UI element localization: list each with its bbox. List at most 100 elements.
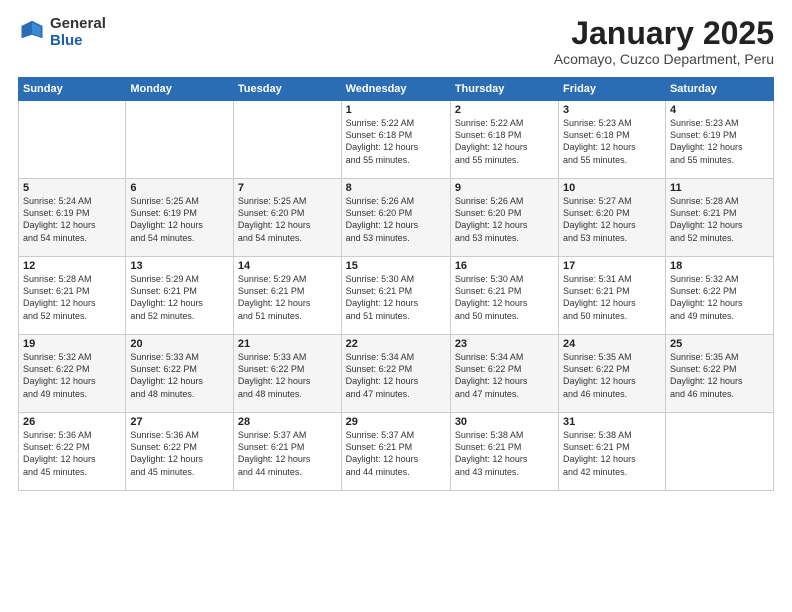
header-saturday: Saturday [665,78,773,101]
table-row: 20Sunrise: 5:33 AM Sunset: 6:22 PM Dayli… [126,335,234,413]
day-info: Sunrise: 5:33 AM Sunset: 6:22 PM Dayligh… [238,351,337,400]
table-row: 25Sunrise: 5:35 AM Sunset: 6:22 PM Dayli… [665,335,773,413]
day-number: 11 [670,182,769,194]
table-row: 18Sunrise: 5:32 AM Sunset: 6:22 PM Dayli… [665,257,773,335]
day-info: Sunrise: 5:35 AM Sunset: 6:22 PM Dayligh… [670,351,769,400]
header-monday: Monday [126,78,234,101]
table-row: 15Sunrise: 5:30 AM Sunset: 6:21 PM Dayli… [341,257,450,335]
calendar-week-row: 5Sunrise: 5:24 AM Sunset: 6:19 PM Daylig… [19,179,774,257]
day-info: Sunrise: 5:34 AM Sunset: 6:22 PM Dayligh… [455,351,554,400]
header-friday: Friday [559,78,666,101]
calendar-week-row: 1Sunrise: 5:22 AM Sunset: 6:18 PM Daylig… [19,101,774,179]
table-row: 22Sunrise: 5:34 AM Sunset: 6:22 PM Dayli… [341,335,450,413]
calendar-week-row: 26Sunrise: 5:36 AM Sunset: 6:22 PM Dayli… [19,413,774,491]
table-row: 2Sunrise: 5:22 AM Sunset: 6:18 PM Daylig… [450,101,558,179]
calendar-week-row: 19Sunrise: 5:32 AM Sunset: 6:22 PM Dayli… [19,335,774,413]
logo: General Blue [18,16,106,49]
table-row: 7Sunrise: 5:25 AM Sunset: 6:20 PM Daylig… [233,179,341,257]
table-row: 14Sunrise: 5:29 AM Sunset: 6:21 PM Dayli… [233,257,341,335]
header-thursday: Thursday [450,78,558,101]
logo-icon [18,19,46,47]
day-number: 2 [455,104,554,116]
day-info: Sunrise: 5:22 AM Sunset: 6:18 PM Dayligh… [455,117,554,166]
day-number: 12 [23,260,121,272]
day-number: 21 [238,338,337,350]
logo-text: General Blue [50,16,106,49]
day-info: Sunrise: 5:38 AM Sunset: 6:21 PM Dayligh… [563,429,661,478]
day-info: Sunrise: 5:36 AM Sunset: 6:22 PM Dayligh… [130,429,229,478]
logo-general-text: General [50,16,106,33]
day-info: Sunrise: 5:29 AM Sunset: 6:21 PM Dayligh… [130,273,229,322]
day-info: Sunrise: 5:28 AM Sunset: 6:21 PM Dayligh… [23,273,121,322]
day-info: Sunrise: 5:30 AM Sunset: 6:21 PM Dayligh… [346,273,446,322]
page: General Blue January 2025 Acomayo, Cuzco… [0,0,792,612]
calendar-subtitle: Acomayo, Cuzco Department, Peru [554,51,774,67]
day-info: Sunrise: 5:32 AM Sunset: 6:22 PM Dayligh… [23,351,121,400]
day-info: Sunrise: 5:27 AM Sunset: 6:20 PM Dayligh… [563,195,661,244]
day-number: 22 [346,338,446,350]
day-number: 28 [238,416,337,428]
day-number: 30 [455,416,554,428]
day-info: Sunrise: 5:23 AM Sunset: 6:18 PM Dayligh… [563,117,661,166]
day-info: Sunrise: 5:23 AM Sunset: 6:19 PM Dayligh… [670,117,769,166]
table-row: 31Sunrise: 5:38 AM Sunset: 6:21 PM Dayli… [559,413,666,491]
day-number: 16 [455,260,554,272]
table-row: 13Sunrise: 5:29 AM Sunset: 6:21 PM Dayli… [126,257,234,335]
day-number: 13 [130,260,229,272]
weekday-header-row: Sunday Monday Tuesday Wednesday Thursday… [19,78,774,101]
table-row: 5Sunrise: 5:24 AM Sunset: 6:19 PM Daylig… [19,179,126,257]
table-row: 27Sunrise: 5:36 AM Sunset: 6:22 PM Dayli… [126,413,234,491]
day-info: Sunrise: 5:33 AM Sunset: 6:22 PM Dayligh… [130,351,229,400]
table-row: 24Sunrise: 5:35 AM Sunset: 6:22 PM Dayli… [559,335,666,413]
table-row: 4Sunrise: 5:23 AM Sunset: 6:19 PM Daylig… [665,101,773,179]
day-number: 1 [346,104,446,116]
table-row: 10Sunrise: 5:27 AM Sunset: 6:20 PM Dayli… [559,179,666,257]
header-sunday: Sunday [19,78,126,101]
table-row: 23Sunrise: 5:34 AM Sunset: 6:22 PM Dayli… [450,335,558,413]
table-row: 9Sunrise: 5:26 AM Sunset: 6:20 PM Daylig… [450,179,558,257]
day-info: Sunrise: 5:26 AM Sunset: 6:20 PM Dayligh… [346,195,446,244]
day-number: 25 [670,338,769,350]
day-info: Sunrise: 5:36 AM Sunset: 6:22 PM Dayligh… [23,429,121,478]
day-number: 4 [670,104,769,116]
table-row: 11Sunrise: 5:28 AM Sunset: 6:21 PM Dayli… [665,179,773,257]
day-number: 18 [670,260,769,272]
table-row: 6Sunrise: 5:25 AM Sunset: 6:19 PM Daylig… [126,179,234,257]
day-number: 31 [563,416,661,428]
day-number: 26 [23,416,121,428]
day-number: 17 [563,260,661,272]
day-info: Sunrise: 5:30 AM Sunset: 6:21 PM Dayligh… [455,273,554,322]
table-row: 30Sunrise: 5:38 AM Sunset: 6:21 PM Dayli… [450,413,558,491]
day-number: 20 [130,338,229,350]
table-row [19,101,126,179]
day-info: Sunrise: 5:35 AM Sunset: 6:22 PM Dayligh… [563,351,661,400]
header-wednesday: Wednesday [341,78,450,101]
table-row [233,101,341,179]
day-info: Sunrise: 5:38 AM Sunset: 6:21 PM Dayligh… [455,429,554,478]
day-number: 23 [455,338,554,350]
day-number: 3 [563,104,661,116]
table-row: 26Sunrise: 5:36 AM Sunset: 6:22 PM Dayli… [19,413,126,491]
table-row: 12Sunrise: 5:28 AM Sunset: 6:21 PM Dayli… [19,257,126,335]
table-row: 21Sunrise: 5:33 AM Sunset: 6:22 PM Dayli… [233,335,341,413]
table-row: 28Sunrise: 5:37 AM Sunset: 6:21 PM Dayli… [233,413,341,491]
day-number: 8 [346,182,446,194]
title-block: January 2025 Acomayo, Cuzco Department, … [554,16,774,67]
day-number: 19 [23,338,121,350]
header: General Blue January 2025 Acomayo, Cuzco… [18,16,774,67]
table-row: 16Sunrise: 5:30 AM Sunset: 6:21 PM Dayli… [450,257,558,335]
table-row: 29Sunrise: 5:37 AM Sunset: 6:21 PM Dayli… [341,413,450,491]
day-info: Sunrise: 5:37 AM Sunset: 6:21 PM Dayligh… [238,429,337,478]
day-info: Sunrise: 5:28 AM Sunset: 6:21 PM Dayligh… [670,195,769,244]
day-info: Sunrise: 5:24 AM Sunset: 6:19 PM Dayligh… [23,195,121,244]
day-number: 6 [130,182,229,194]
calendar-title: January 2025 [554,16,774,51]
day-info: Sunrise: 5:31 AM Sunset: 6:21 PM Dayligh… [563,273,661,322]
day-info: Sunrise: 5:26 AM Sunset: 6:20 PM Dayligh… [455,195,554,244]
table-row: 1Sunrise: 5:22 AM Sunset: 6:18 PM Daylig… [341,101,450,179]
day-info: Sunrise: 5:22 AM Sunset: 6:18 PM Dayligh… [346,117,446,166]
table-row: 3Sunrise: 5:23 AM Sunset: 6:18 PM Daylig… [559,101,666,179]
day-info: Sunrise: 5:37 AM Sunset: 6:21 PM Dayligh… [346,429,446,478]
day-number: 9 [455,182,554,194]
day-number: 7 [238,182,337,194]
